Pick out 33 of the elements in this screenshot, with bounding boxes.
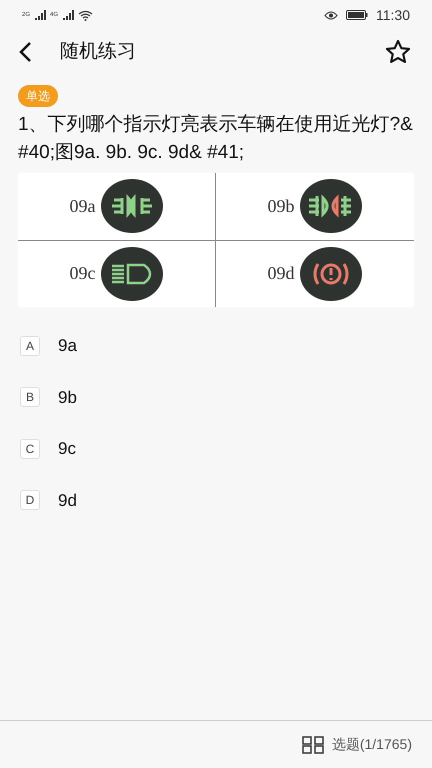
option-text: 9d xyxy=(58,490,77,512)
figure-label: 09c xyxy=(70,262,96,286)
answer-option[interactable]: D 9d xyxy=(20,488,412,513)
signal-icon xyxy=(34,10,46,20)
star-icon xyxy=(384,38,412,66)
grid-icon xyxy=(302,736,324,754)
answer-option[interactable]: A 9a xyxy=(20,333,412,358)
option-letter: C xyxy=(20,438,40,459)
option-text: 9c xyxy=(58,438,76,460)
clock-time: 11:30 xyxy=(376,6,410,24)
option-letter: D xyxy=(20,490,40,510)
indicator-lamp-icon xyxy=(100,246,164,302)
battery-icon xyxy=(346,10,368,20)
wifi-icon xyxy=(78,10,94,20)
back-icon xyxy=(18,41,32,63)
eye-icon xyxy=(324,10,338,20)
indicator-lamp-icon xyxy=(298,178,362,234)
option-text: 9a xyxy=(58,335,77,357)
indicator-lamp-icon xyxy=(298,246,362,302)
indicator-lamp-icon xyxy=(100,178,164,234)
question-type-badge: 单选 xyxy=(18,85,58,107)
figure-label: 09d xyxy=(268,262,294,286)
figure-label: 09b xyxy=(268,194,294,218)
question-counter: 选题(1/1765) xyxy=(332,735,412,754)
signal-icon xyxy=(62,10,74,20)
answer-option[interactable]: B 9b xyxy=(20,384,412,410)
option-letter: B xyxy=(20,387,40,408)
answer-option[interactable]: C 9c xyxy=(20,436,412,462)
option-text: 9b xyxy=(58,386,77,408)
figure-label: 09a xyxy=(70,194,96,218)
question-text: 1、下列哪个指示灯亮表示车辆在使用近光灯?& #40;图9a. 9b. 9c. 9d& #41; xyxy=(18,113,414,165)
option-letter: A xyxy=(20,336,40,356)
page-title: 随机练习 xyxy=(60,40,136,64)
